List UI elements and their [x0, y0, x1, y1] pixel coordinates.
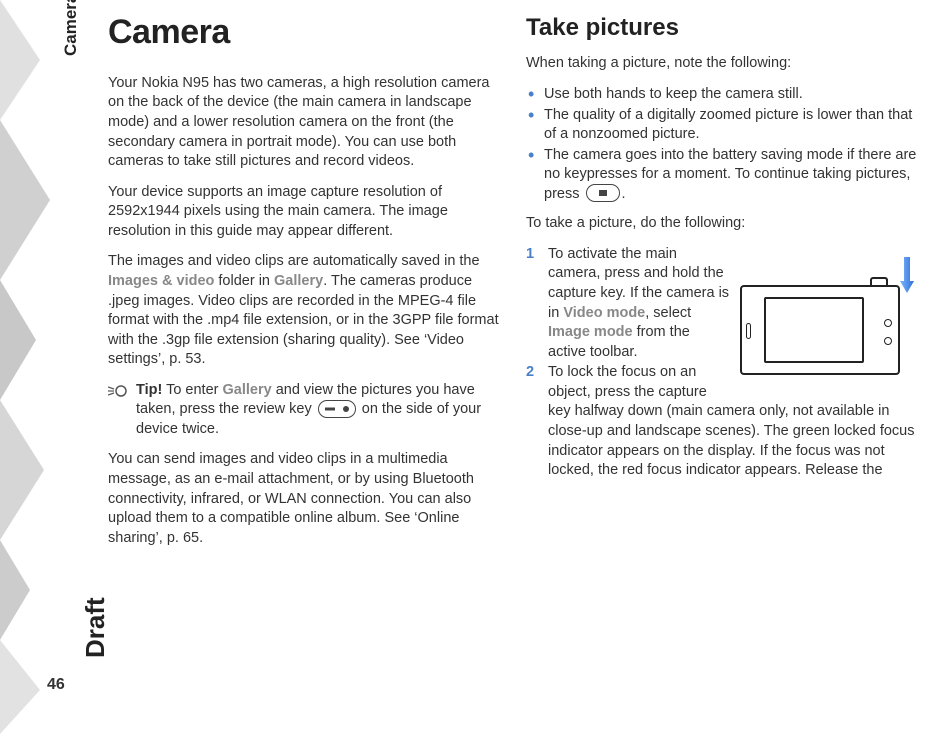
- numbered-steps: 1: [526, 245, 918, 481]
- paragraph: The images and video clips are automatic…: [108, 252, 500, 369]
- ui-term: Gallery: [274, 273, 323, 289]
- ui-term: Gallery: [223, 382, 272, 398]
- paragraph: Your device supports an image capture re…: [108, 183, 500, 242]
- text: .: [622, 186, 626, 202]
- step-item: 2 To lock the focus on an object, press …: [526, 363, 918, 480]
- paragraph: When taking a picture, note the followin…: [526, 54, 918, 74]
- list-item: Use both hands to keep the camera still.: [526, 85, 918, 105]
- left-column: Camera Your Nokia N95 has two cameras, a…: [108, 10, 500, 559]
- step-number: 2: [526, 363, 534, 383]
- tip-label: Tip!: [136, 382, 162, 398]
- section-heading: Take pictures: [526, 12, 918, 44]
- paragraph: You can send images and video clips in a…: [108, 450, 500, 548]
- text: , select: [645, 305, 691, 321]
- text: The images and video clips are automatic…: [108, 253, 480, 269]
- tip-block: Tip! To enter Gallery and view the pictu…: [108, 381, 500, 440]
- step-item: 1: [526, 245, 918, 362]
- text: To lock the focus on an object, press th…: [548, 364, 915, 478]
- paragraph: Your Nokia N95 has two cameras, a high r…: [108, 74, 500, 172]
- arrow-icon: [900, 257, 914, 293]
- page-number: 46: [47, 674, 65, 696]
- ui-term: Video mode: [563, 305, 645, 321]
- list-item: The camera goes into the battery saving …: [526, 146, 918, 205]
- page-title: Camera: [108, 10, 500, 56]
- lightbulb-icon: [108, 383, 128, 399]
- text: To enter: [162, 382, 222, 398]
- draft-watermark: Draft: [78, 597, 113, 658]
- paragraph: To take a picture, do the following:: [526, 214, 918, 234]
- step-number: 1: [526, 245, 534, 265]
- ui-term: Images & video: [108, 273, 214, 289]
- capture-key-icon: [586, 184, 620, 202]
- left-decoration: [0, 0, 80, 734]
- review-key-icon: [318, 400, 356, 418]
- bullet-list: Use both hands to keep the camera still.…: [526, 85, 918, 204]
- page-content: Camera Your Nokia N95 has two cameras, a…: [108, 10, 918, 559]
- text: folder in: [214, 273, 274, 289]
- section-tab: Camera: [60, 0, 83, 56]
- ui-term: Image mode: [548, 324, 633, 340]
- phone-body: [740, 285, 900, 375]
- list-item: The quality of a digitally zoomed pictur…: [526, 106, 918, 145]
- right-column: Take pictures When taking a picture, not…: [526, 10, 918, 559]
